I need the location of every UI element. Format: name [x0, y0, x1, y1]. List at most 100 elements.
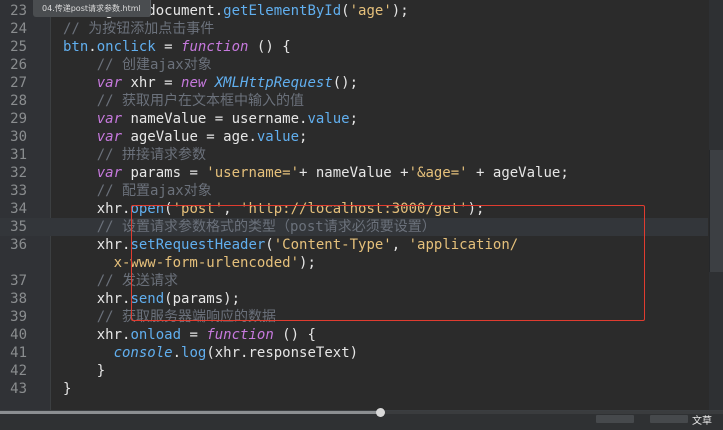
line-number: 33 — [10, 183, 27, 199]
line-number: 36 — [10, 237, 27, 253]
code-token: log — [181, 345, 207, 361]
code-token: 'age' — [349, 3, 392, 19]
code-text: // 拼接请求参数 — [63, 146, 206, 164]
caption-label: 文草 — [692, 416, 712, 427]
code-token: + nameValue + — [299, 165, 409, 181]
code-token: () { — [248, 39, 291, 55]
code-line[interactable]: 24 // 为按钮添加点击事件 — [0, 20, 708, 38]
line-number: 23 — [10, 3, 27, 19]
line-number: 31 — [10, 147, 27, 163]
code-token: } — [63, 381, 72, 397]
status-segment — [596, 415, 634, 423]
code-token: ageValue = age. — [130, 129, 257, 145]
code-token: btn — [63, 39, 89, 55]
code-text: // 创建ajax对象 — [63, 56, 212, 74]
code-line[interactable]: 33 // 配置ajax对象 — [0, 182, 708, 200]
code-token: params = — [130, 165, 207, 181]
code-editor[interactable]: 23var age = document.getElementById('age… — [0, 0, 723, 410]
code-token: = — [181, 327, 207, 343]
code-line[interactable]: 28 // 获取用户在文本框中输入的值 — [0, 92, 708, 110]
code-token: function — [181, 39, 249, 55]
line-number: 42 — [10, 363, 27, 379]
code-text: var ageValue = age.value; — [63, 128, 308, 146]
code-token: // 为按钮添加点击事件 — [63, 21, 215, 37]
code-text: var params = 'username='+ nameValue +'&a… — [63, 164, 569, 182]
code-token: ); — [391, 3, 409, 19]
line-number: 35 — [10, 219, 27, 235]
code-token: xhr = — [130, 75, 182, 91]
code-line[interactable]: 40 xhr.onload = function () { — [0, 326, 708, 344]
code-token: var — [63, 75, 131, 91]
code-token: var — [63, 165, 131, 181]
code-token: xhr. — [63, 201, 131, 217]
code-text: // 为按钮添加点击事件 — [63, 20, 214, 38]
code-token: // 拼接请求参数 — [63, 147, 207, 163]
code-token: onclick — [96, 39, 156, 55]
line-number: 28 — [10, 93, 27, 109]
code-token: XMLHttpRequest — [214, 75, 333, 91]
code-token: . — [88, 39, 97, 55]
code-text: // 配置ajax对象 — [63, 182, 212, 200]
status-segment — [650, 415, 688, 423]
code-token: onload — [130, 327, 182, 343]
line-number: 32 — [10, 165, 27, 181]
code-token: (xhr.responseText) — [206, 345, 359, 361]
line-number: 26 — [10, 57, 27, 73]
video-control-bar: 文草 — [0, 408, 723, 430]
code-token: var — [63, 129, 131, 145]
code-token: console — [113, 345, 173, 361]
line-number: 30 — [10, 129, 27, 145]
code-line[interactable]: 41 console.log(xhr.responseText) — [0, 344, 708, 362]
code-token: xhr. — [63, 237, 131, 253]
code-token: (); — [332, 75, 359, 91]
code-token: } — [63, 363, 106, 379]
scrollbar-thumb[interactable] — [709, 150, 723, 272]
code-line[interactable]: 26 // 创建ajax对象 — [0, 56, 708, 74]
code-text: var nameValue = username.value; — [63, 110, 358, 128]
code-line[interactable]: 25 btn.onclick = function () { — [0, 38, 708, 56]
code-token: ( — [341, 3, 350, 19]
code-token: 'username=' — [206, 165, 300, 181]
line-number: 27 — [10, 75, 27, 91]
code-token: value — [307, 111, 350, 127]
code-token: value — [256, 129, 300, 145]
code-line[interactable]: 42 } — [0, 362, 708, 380]
code-token: . — [172, 345, 182, 361]
code-token: ; — [299, 129, 308, 145]
highlight-annotation-box — [131, 205, 645, 321]
code-token: ; — [349, 111, 359, 127]
code-token: () { — [273, 327, 316, 343]
line-number: 24 — [10, 21, 27, 37]
code-text: btn.onclick = function () { — [63, 38, 291, 56]
code-token: + ageValue; — [467, 165, 569, 181]
code-token: nameValue = username. — [130, 111, 308, 127]
line-number: 37 — [10, 273, 27, 289]
code-token: = — [155, 39, 182, 55]
code-token: getElementById — [223, 3, 342, 19]
code-token: function — [206, 327, 274, 343]
code-token: // 创建ajax对象 — [63, 57, 212, 73]
line-number: 40 — [10, 327, 27, 343]
file-tab[interactable]: 04.传递post请求参数.html — [33, 0, 151, 17]
line-number: 34 — [10, 201, 27, 217]
code-text: xhr.onload = function () { — [63, 326, 316, 344]
code-text: } — [63, 362, 105, 380]
code-line[interactable]: 29 var nameValue = username.value; — [0, 110, 708, 128]
progress-track[interactable] — [0, 411, 723, 414]
code-text: } — [63, 380, 71, 398]
code-token: // 配置ajax对象 — [63, 183, 212, 199]
code-token: // 获取用户在文本框中输入的值 — [63, 93, 305, 109]
code-token: xhr. — [63, 291, 131, 307]
code-line[interactable]: 43} — [0, 380, 708, 398]
line-number: 38 — [10, 291, 27, 307]
code-line[interactable]: 30 var ageValue = age.value; — [0, 128, 708, 146]
code-line[interactable]: 32 var params = 'username='+ nameValue +… — [0, 164, 708, 182]
progress-handle[interactable] — [375, 408, 385, 417]
code-line[interactable]: 31 // 拼接请求参数 — [0, 146, 708, 164]
code-line[interactable]: 27 var xhr = new XMLHttpRequest(); — [0, 74, 708, 92]
progress-fill — [0, 411, 380, 414]
code-token: new — [181, 75, 215, 91]
code-token: xhr. — [63, 327, 131, 343]
code-token: document. — [147, 3, 224, 19]
